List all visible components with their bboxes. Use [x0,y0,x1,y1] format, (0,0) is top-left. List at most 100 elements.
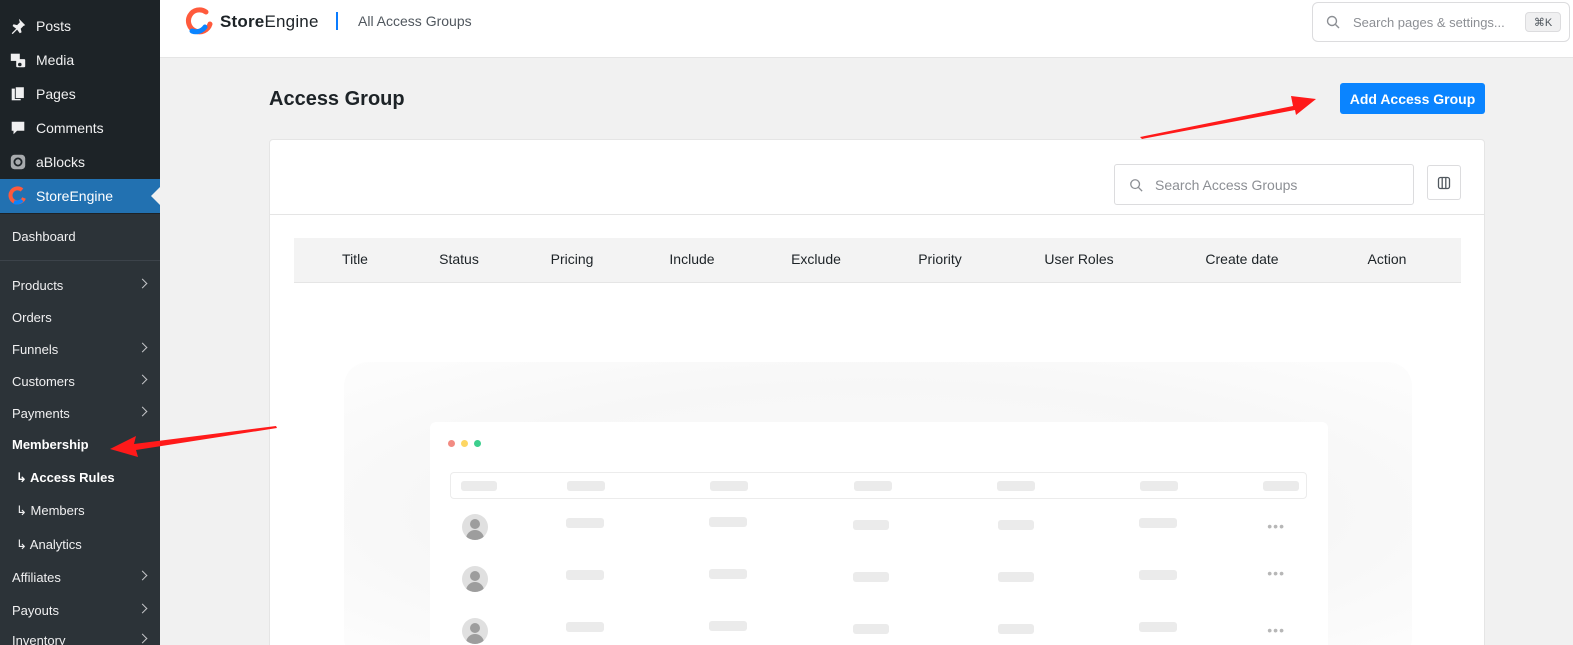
submenu-label: ↳ Analytics [16,537,82,552]
submenu-label: Dashboard [12,228,76,244]
submenu-label: Membership [12,436,89,452]
pages-icon [8,84,28,104]
skeleton-bar [1139,518,1177,528]
submenu-item-orders[interactable]: Orders [12,305,152,329]
chevron-right-icon [137,374,148,385]
submenu-item-payments[interactable]: Payments [12,401,152,425]
submenu-item-access-rules[interactable]: ↳ Access Rules [16,466,156,490]
admin-sidebar: Posts Media Pages Comments aBlocks Store… [0,0,160,645]
sidebar-item-storeengine[interactable]: StoreEngine [0,179,160,213]
skeleton-bar [461,481,497,491]
sidebar-item-comments[interactable]: Comments [0,111,160,145]
submenu-item-funnels[interactable]: Funnels [12,337,152,361]
window-dot-red [448,440,455,447]
submenu-label: Products [12,277,64,293]
logo-text: StoreEngine [220,12,319,32]
column-header-user-roles[interactable]: User Roles [1044,251,1113,267]
access-group-list-card: Search Access Groups Title Status Pricin… [269,139,1485,645]
sidebar-item-label: aBlocks [36,154,86,170]
chevron-right-icon [137,406,148,417]
skeleton-bar [1140,481,1178,491]
submenu-label: Customers [12,373,75,389]
skeleton-row: ••• [450,514,1307,544]
sidebar-item-label: StoreEngine [36,188,114,204]
submenu-item-customers[interactable]: Customers [12,369,152,393]
access-group-search-input[interactable]: Search Access Groups [1114,164,1414,205]
submenu-label: Inventory [12,632,66,645]
submenu-item-members[interactable]: ↳ Members [16,499,156,523]
column-header-create-date[interactable]: Create date [1205,251,1278,267]
avatar-placeholder-icon [462,566,488,592]
skeleton-bar [853,572,889,582]
skeleton-bar [567,481,605,491]
submenu-item-analytics[interactable]: ↳ Analytics [16,533,156,557]
skeleton-row: ••• [450,565,1307,596]
annotation-arrow-add-button [1140,96,1316,139]
column-header-exclude[interactable]: Exclude [791,251,841,267]
skeleton-bar [853,520,889,530]
skeleton-bar [566,570,604,580]
page-title: Access Group [269,88,405,110]
submenu-item-inventory[interactable]: Inventory [12,628,152,645]
sidebar-item-label: Posts [36,18,72,34]
submenu-label: ↳ Members [16,503,85,518]
column-header-pricing[interactable]: Pricing [551,251,594,267]
sidebar-item-posts[interactable]: Posts [0,9,160,43]
skeleton-bar [709,517,747,527]
sidebar-item-label: Comments [36,120,104,136]
submenu-item-payouts[interactable]: Payouts [12,598,152,622]
avatar-placeholder-icon [462,514,488,540]
window-dot-yellow [461,440,468,447]
chevron-right-icon [137,342,148,353]
empty-state-illustration: ••• ••• ••• [430,422,1328,645]
skeleton-bar [710,481,748,491]
access-group-search-placeholder: Search Access Groups [1155,176,1298,193]
columns-icon [1437,176,1451,189]
skeleton-bar [854,481,892,491]
table-header: Title Status Pricing Include Exclude Pri… [294,238,1461,283]
submenu-item-membership[interactable]: Membership [12,432,152,456]
submenu-item-dashboard[interactable]: Dashboard [12,224,152,248]
more-dots-icon: ••• [1267,518,1285,534]
column-header-action: Action [1367,251,1407,267]
add-access-group-button[interactable]: Add Access Group [1340,83,1485,114]
sidebar-item-media[interactable]: Media [0,43,160,77]
breadcrumb: All Access Groups [358,13,472,29]
skeleton-bar [998,624,1034,634]
column-header-status[interactable]: Status [439,251,479,267]
submenu-label: Affiliates [12,569,61,585]
search-icon [1326,15,1340,29]
storeengine-icon [8,186,28,206]
submenu-divider [0,260,160,261]
more-dots-icon: ••• [1267,565,1285,581]
storeengine-logo-icon [185,7,213,35]
skeleton-bar [1263,481,1299,491]
skeleton-bar [998,572,1034,582]
skeleton-bar [709,621,747,631]
column-header-include[interactable]: Include [669,251,714,267]
pin-icon [8,16,28,36]
column-settings-button[interactable] [1427,165,1461,200]
sidebar-item-label: Media [36,52,75,68]
skeleton-bar [1139,570,1177,580]
keyboard-shortcut-badge: ⌘K [1525,12,1561,32]
skeleton-bar [853,624,889,634]
column-header-priority[interactable]: Priority [918,251,962,267]
global-search-input[interactable]: Search pages & settings... ⌘K [1312,2,1570,42]
chevron-right-icon [137,278,148,289]
logo-text-bold: Store [220,12,265,31]
sidebar-item-label: Pages [36,86,76,102]
sidebar-item-ablocks[interactable]: aBlocks [0,145,160,179]
storeengine-logo[interactable]: StoreEngine [184,7,319,37]
submenu-item-affiliates[interactable]: Affiliates [12,565,152,589]
column-header-title[interactable]: Title [342,251,368,267]
window-dot-green [474,440,481,447]
submenu-item-products[interactable]: Products [12,273,152,297]
skeleton-bar [566,518,604,528]
ablocks-icon [8,152,28,172]
submenu-label: Funnels [12,341,59,357]
submenu-label: Payments [12,405,70,421]
sidebar-item-pages[interactable]: Pages [0,77,160,111]
submenu-label: ↳ Access Rules [16,470,115,485]
submenu-label: Orders [12,309,52,325]
